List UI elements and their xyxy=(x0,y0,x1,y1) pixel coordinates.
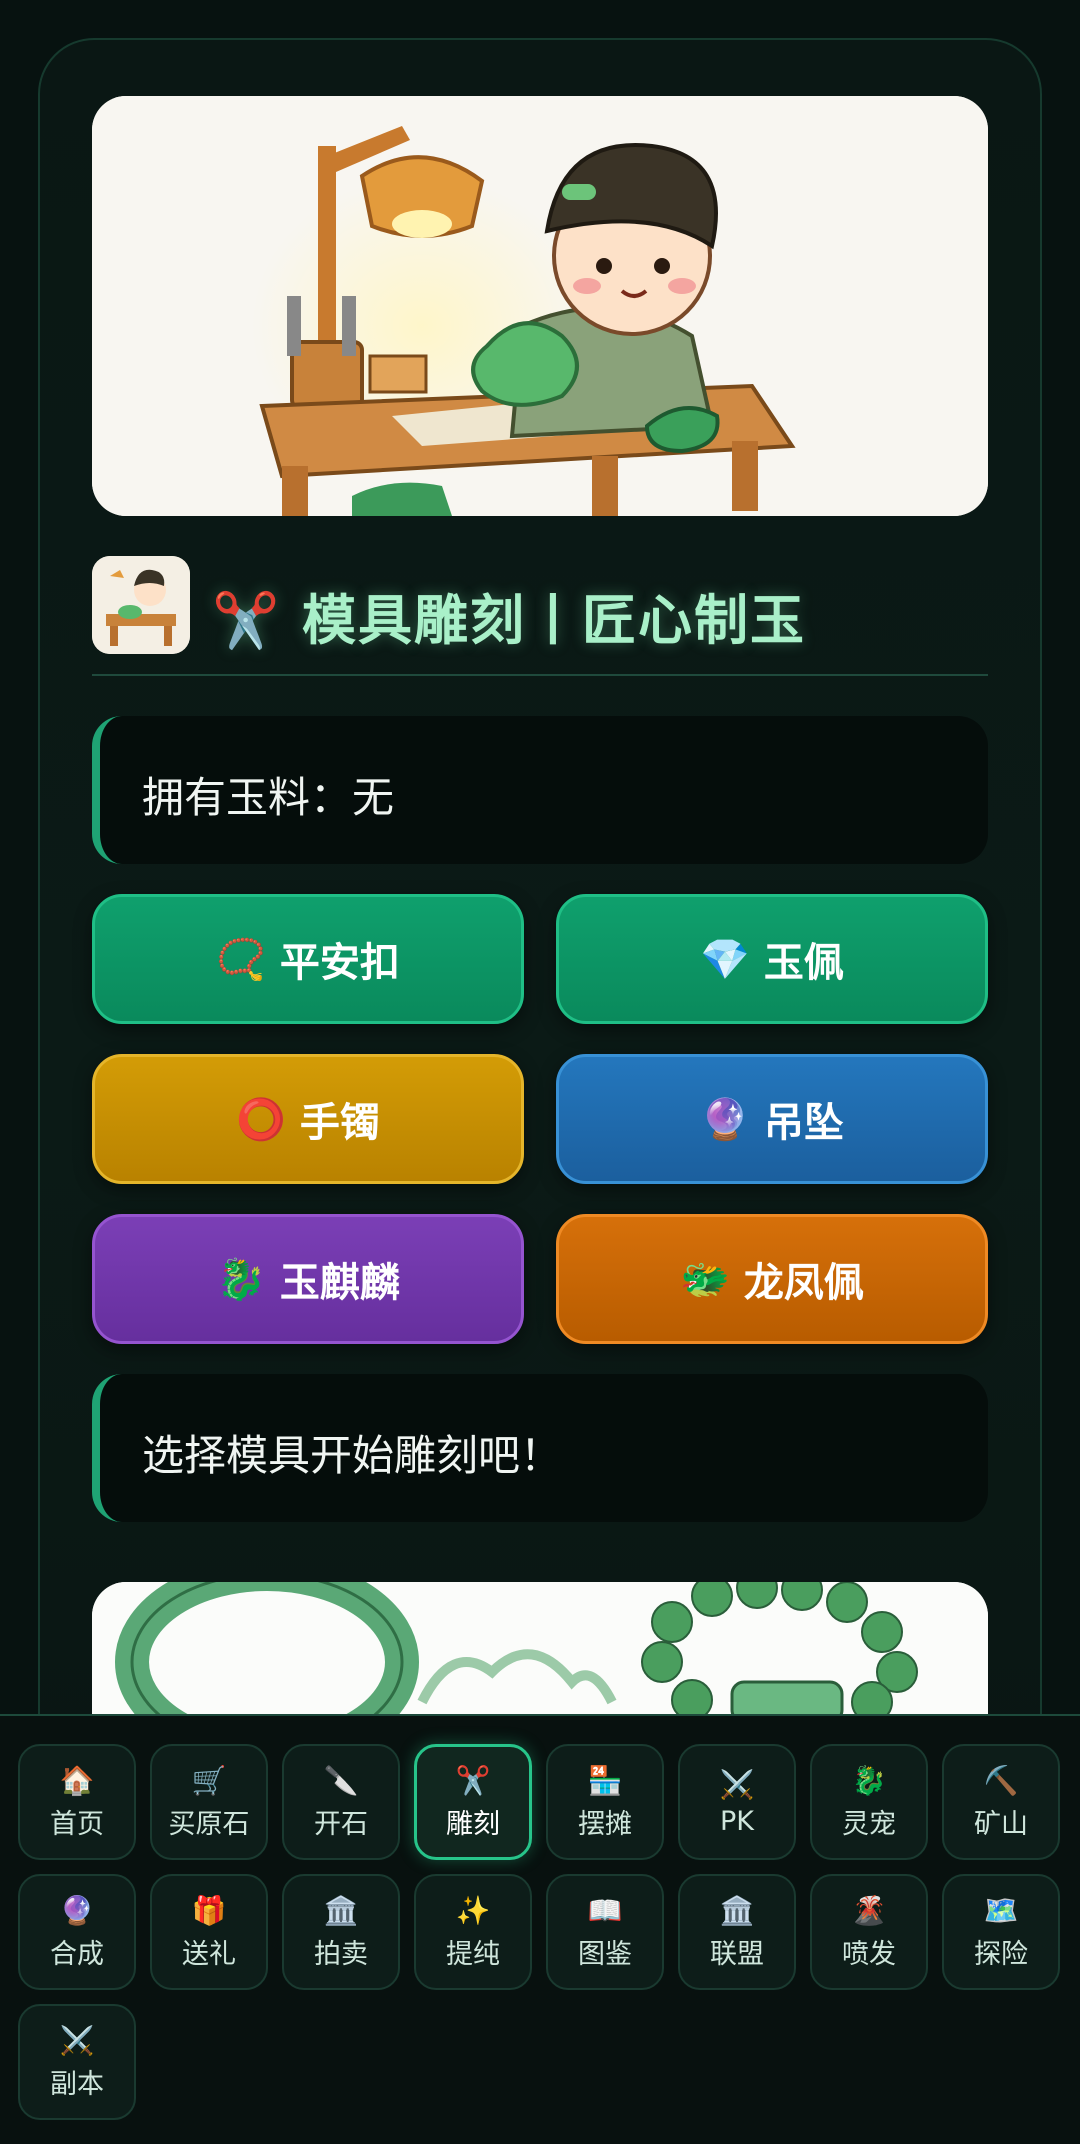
nav-item-dungeon[interactable]: ⚔️ 副本 xyxy=(18,2004,136,2120)
mold-button-dragon-phoenix[interactable]: 🐲 龙凤佩 xyxy=(556,1214,988,1344)
nav-label: 首页 xyxy=(50,1808,104,1840)
nav-item-auction[interactable]: 🏛️ 拍卖 xyxy=(282,1874,400,1990)
avatar xyxy=(92,556,190,654)
owned-jade-box: 拥有玉料：无 xyxy=(92,716,988,864)
nav-item-catalog[interactable]: 📖 图鉴 xyxy=(546,1874,664,1990)
nav-label: PK xyxy=(720,1805,754,1837)
nav-item-mine[interactable]: ⛏️ 矿山 xyxy=(942,1744,1060,1860)
building-icon: 🏛️ xyxy=(323,1893,359,1927)
nav-label: 联盟 xyxy=(710,1938,764,1970)
book-icon: 📖 xyxy=(587,1893,623,1927)
mold-label: 玉佩 xyxy=(763,940,844,986)
cart-icon: 🛒 xyxy=(191,1763,227,1797)
nav-label: 送礼 xyxy=(182,1938,236,1970)
nav-item-pk[interactable]: ⚔️ PK xyxy=(678,1744,796,1860)
pickaxe-icon: ⛏️ xyxy=(983,1763,1019,1797)
nav-label: 矿山 xyxy=(974,1808,1028,1840)
nav-label: 开石 xyxy=(314,1808,368,1840)
mold-button-pendant[interactable]: 🔮 吊坠 xyxy=(556,1054,988,1184)
nav-item-buy-stone[interactable]: 🛒 买原石 xyxy=(150,1744,268,1860)
mold-label: 玉麒麟 xyxy=(279,1260,400,1306)
nav-item-open-stone[interactable]: 🔪 开石 xyxy=(282,1744,400,1860)
nav-item-stall[interactable]: 🏪 摆摊 xyxy=(546,1744,664,1860)
volcano-icon: 🌋 xyxy=(851,1893,887,1927)
mold-label: 吊坠 xyxy=(763,1100,844,1146)
nav-label: 摆摊 xyxy=(578,1808,632,1840)
nav-label: 买原石 xyxy=(168,1808,250,1840)
owned-jade-text: 拥有玉料：无 xyxy=(142,773,395,822)
crossed-swords-icon: ⚔️ xyxy=(59,2023,95,2057)
bottom-nav: 🏠 首页 🛒 买原石 🔪 开石 ✂️ 雕刻 🏪 摆摊 ⚔️ PK 🐉 灵宠 ⛏️… xyxy=(0,1714,1080,2144)
mold-label: 手镯 xyxy=(299,1100,380,1146)
hint-box: 选择模具开始雕刻吧！ xyxy=(92,1374,988,1522)
page-title: ✂️ 模具雕刻丨匠心制玉 xyxy=(212,589,807,652)
mold-button-qilin[interactable]: 🐉 玉麒麟 xyxy=(92,1214,524,1344)
jade-banner-image xyxy=(92,1582,988,1714)
nav-label: 图鉴 xyxy=(578,1938,632,1970)
mold-button-bracelet[interactable]: ⭕ 手镯 xyxy=(92,1054,524,1184)
circle-icon: ⭕ xyxy=(236,1096,286,1143)
gift-icon: 🎁 xyxy=(191,1893,227,1927)
nav-item-purify[interactable]: ✨ 提纯 xyxy=(414,1874,532,1990)
nav-label: 灵宠 xyxy=(842,1808,896,1840)
nav-label: 探险 xyxy=(974,1938,1028,1970)
hero-illustration xyxy=(92,96,988,516)
gem-icon: 💎 xyxy=(700,936,750,983)
nav-label: 雕刻 xyxy=(446,1808,500,1840)
mold-label: 龙凤佩 xyxy=(743,1260,864,1306)
hint-text: 选择模具开始雕刻吧！ xyxy=(142,1431,563,1480)
nav-item-gift[interactable]: 🎁 送礼 xyxy=(150,1874,268,1990)
mold-button-ping-an-kou[interactable]: 📿 平安扣 xyxy=(92,894,524,1024)
nav-item-explore[interactable]: 🗺️ 探险 xyxy=(942,1874,1060,1990)
nav-item-eruption[interactable]: 🌋 喷发 xyxy=(810,1874,928,1990)
home-icon: 🏠 xyxy=(59,1763,95,1797)
dragon-face-icon: 🐲 xyxy=(680,1256,730,1303)
sparkles-icon: ✨ xyxy=(455,1893,491,1927)
nav-label: 提纯 xyxy=(446,1938,500,1970)
mold-button-yu-pei[interactable]: 💎 玉佩 xyxy=(556,894,988,1024)
nav-label: 喷发 xyxy=(842,1938,896,1970)
knife-icon: 🔪 xyxy=(323,1763,359,1797)
nav-item-home[interactable]: 🏠 首页 xyxy=(18,1744,136,1860)
nav-item-pet[interactable]: 🐉 灵宠 xyxy=(810,1744,928,1860)
nav-label: 合成 xyxy=(50,1938,104,1970)
crystal-ball-icon: 🔮 xyxy=(700,1096,750,1143)
nav-label: 副本 xyxy=(50,2068,104,2100)
shop-icon: 🏪 xyxy=(587,1763,623,1797)
crossed-swords-icon: ⚔️ xyxy=(719,1767,755,1801)
prayer-beads-icon: 📿 xyxy=(216,936,266,983)
nav-item-carve[interactable]: ✂️ 雕刻 xyxy=(414,1744,532,1860)
dragon-icon: 🐉 xyxy=(851,1763,887,1797)
map-icon: 🗺️ xyxy=(983,1893,1019,1927)
building-icon: 🏛️ xyxy=(719,1893,755,1927)
crystal-ball-icon: 🔮 xyxy=(59,1893,95,1927)
mold-label: 平安扣 xyxy=(279,940,400,986)
nav-label: 拍卖 xyxy=(314,1938,368,1970)
nav-item-alliance[interactable]: 🏛️ 联盟 xyxy=(678,1874,796,1990)
scissors-icon: ✂️ xyxy=(455,1763,491,1797)
nav-item-synthesize[interactable]: 🔮 合成 xyxy=(18,1874,136,1990)
dragon-icon: 🐉 xyxy=(216,1256,266,1303)
title-row: ✂️ 模具雕刻丨匠心制玉 xyxy=(92,556,988,676)
